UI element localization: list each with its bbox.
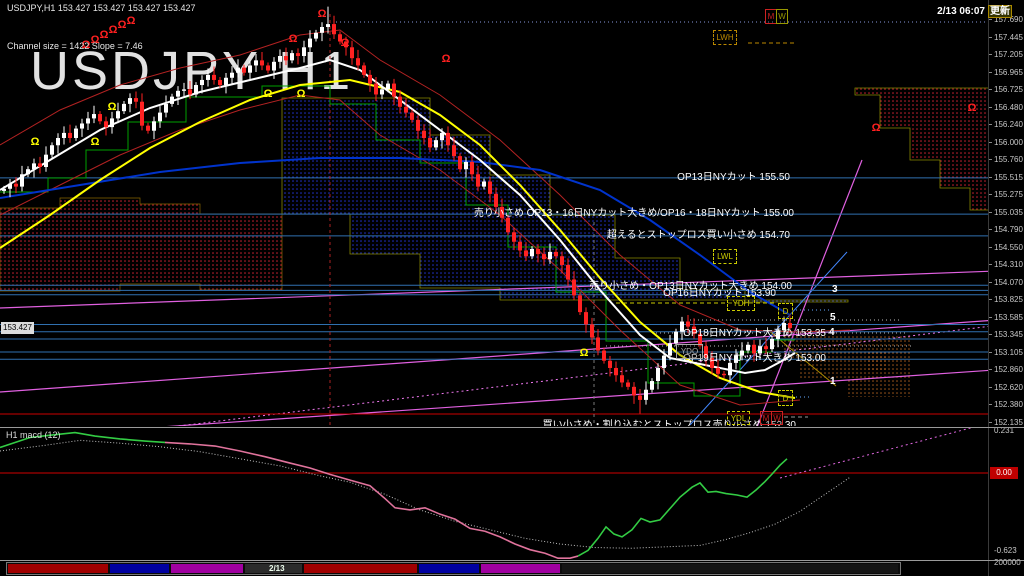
axis-tick bbox=[989, 212, 992, 213]
axis-tick bbox=[989, 107, 992, 108]
session-segment bbox=[304, 564, 417, 573]
channel-info: Channel size = 1422 Slope = 7.46 bbox=[7, 41, 143, 51]
axis-tick bbox=[989, 72, 992, 73]
axis-tick bbox=[989, 142, 992, 143]
macd-signal-line bbox=[0, 440, 850, 548]
price-axis-label: 156.965 bbox=[994, 68, 1023, 77]
indicator-axis-label: -0.623 bbox=[994, 546, 1017, 555]
axis-tick bbox=[989, 422, 992, 423]
macd-line-down bbox=[165, 442, 578, 558]
marker-box-ydo[interactable]: YDO bbox=[676, 344, 703, 359]
axis-tick bbox=[989, 177, 992, 178]
level-annotation[interactable]: 超えるとストップロス買い小さめ 154.70 bbox=[607, 226, 790, 241]
axis-tick bbox=[989, 317, 992, 318]
price-axis-label: 155.515 bbox=[994, 173, 1023, 182]
axis-tick bbox=[989, 37, 992, 38]
indicator-label: H1 macd (12) bbox=[6, 430, 61, 440]
axis-tick bbox=[989, 124, 992, 125]
axis-tick bbox=[989, 299, 992, 300]
price-axis-label: 156.000 bbox=[994, 138, 1023, 147]
price-axis-label: 152.620 bbox=[994, 383, 1023, 392]
level-annotation[interactable]: OP18日NYカット大きめ 153.35 bbox=[683, 324, 826, 339]
level-annotation[interactable]: OP13日NYカット 155.50 bbox=[677, 168, 790, 183]
price-axis-label: 153.105 bbox=[994, 348, 1023, 357]
axis-tick bbox=[989, 264, 992, 265]
price-axis-label: 155.760 bbox=[994, 155, 1023, 164]
axis-tick bbox=[989, 19, 992, 20]
session-segment bbox=[419, 564, 479, 573]
macd-zero-value-box: 0.00 bbox=[990, 467, 1018, 479]
update-timestamp: 2/13 06:07更新 bbox=[937, 2, 1012, 17]
price-axis-label: 157.205 bbox=[994, 50, 1023, 59]
level-annotation[interactable]: OP16日NYカット 153.90 bbox=[663, 284, 776, 299]
panel-separator-bottom[interactable] bbox=[0, 560, 1024, 561]
chart-object-overlay: OP13日NYカット 155.50 売り小さめ OP13・16日NYカット大きめ/… bbox=[0, 0, 988, 426]
axis-tick bbox=[989, 334, 992, 335]
axis-tick bbox=[989, 387, 992, 388]
marker-box-w[interactable]: W bbox=[776, 9, 788, 24]
level-annotation[interactable]: 売り小さめ OP13・16日NYカット大きめ/OP16・18日NYカット 155… bbox=[474, 204, 794, 219]
marker-box-d[interactable]: D bbox=[778, 303, 793, 319]
price-axis[interactable]: 157.690157.445157.205156.965156.725156.4… bbox=[988, 0, 1024, 576]
axis-tick bbox=[989, 247, 992, 248]
price-axis-label: 157.445 bbox=[994, 33, 1023, 42]
axis-tick bbox=[989, 282, 992, 283]
axis-tick bbox=[989, 404, 992, 405]
axis-tick bbox=[989, 229, 992, 230]
session-segment bbox=[562, 564, 898, 573]
session-segment bbox=[481, 564, 560, 573]
price-axis-label: 154.790 bbox=[994, 225, 1023, 234]
price-axis-label: 153.585 bbox=[994, 313, 1023, 322]
marker-box-ydh[interactable]: YDH bbox=[727, 296, 755, 311]
current-price-box: 153.427 bbox=[1, 322, 34, 334]
axis-tick bbox=[989, 159, 992, 160]
update-badge: 更新 bbox=[988, 5, 1012, 18]
marker-box-lwh[interactable]: LWH bbox=[713, 30, 737, 45]
marker-box-ydl[interactable]: YDL bbox=[727, 411, 750, 425]
price-axis-label: 155.275 bbox=[994, 190, 1023, 199]
price-axis-label: 153.345 bbox=[994, 330, 1023, 339]
axis-tick bbox=[989, 194, 992, 195]
session-segment bbox=[171, 564, 243, 573]
marker-box-d[interactable]: D bbox=[778, 390, 793, 406]
price-axis-label: 152.860 bbox=[994, 365, 1023, 374]
panel-separator-top[interactable] bbox=[0, 427, 1024, 428]
session-segment bbox=[110, 564, 169, 573]
update-time: 2/13 06:07 bbox=[937, 6, 985, 17]
marker-box-lwl[interactable]: LWL bbox=[713, 249, 737, 264]
marker-box-w[interactable]: W bbox=[771, 411, 783, 425]
axis-tick bbox=[989, 369, 992, 370]
macd-layer bbox=[0, 414, 1024, 558]
ohlc-readout: USDJPY,H1 153.427 153.427 153.427 153.42… bbox=[7, 3, 196, 13]
wave-number: 1 bbox=[830, 376, 836, 387]
axis-tick bbox=[989, 352, 992, 353]
session-date-label: 2/13 bbox=[269, 564, 285, 573]
axis-tick bbox=[989, 89, 992, 90]
session-bar: 2/13 bbox=[6, 562, 901, 575]
price-axis-label: 152.380 bbox=[994, 400, 1023, 409]
price-axis-label: 156.240 bbox=[994, 120, 1023, 129]
price-axis-label: 154.310 bbox=[994, 260, 1023, 269]
price-axis-label: 154.550 bbox=[994, 243, 1023, 252]
wave-number: 3 bbox=[832, 284, 838, 295]
price-axis-label: 153.825 bbox=[994, 295, 1023, 304]
level-annotation[interactable]: OP19日NYカット大きめ 153.00 bbox=[683, 349, 826, 364]
axis-tick bbox=[989, 54, 992, 55]
session-segment bbox=[8, 564, 108, 573]
mt4-chart-window: USDJPY H1 ΩΩΩΩΩΩΩΩΩΩΩΩΩΩΩΩΩΩ OP13日NYカット … bbox=[0, 0, 1024, 576]
wave-number: 5 bbox=[830, 312, 836, 323]
price-axis-label: 154.070 bbox=[994, 278, 1023, 287]
level-annotation[interactable]: 買い小さめ・割り込むとストップロス売り小さめ 152.30 bbox=[543, 416, 796, 426]
price-axis-label: 156.725 bbox=[994, 85, 1023, 94]
price-axis-label: 156.480 bbox=[994, 103, 1023, 112]
price-axis-label: 155.035 bbox=[994, 208, 1023, 217]
wave-number: 4 bbox=[829, 327, 835, 338]
